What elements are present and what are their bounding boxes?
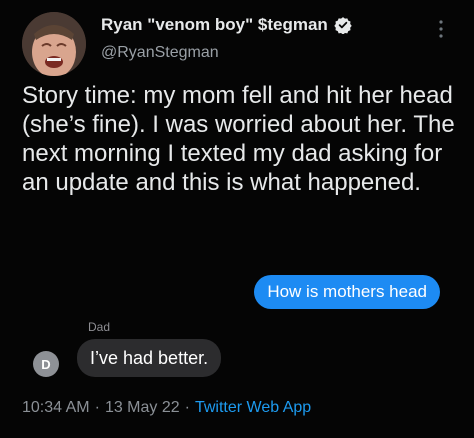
tweet-metadata: 10:34 AM · 13 May 22 · Twitter Web App <box>22 399 311 417</box>
verified-badge-icon <box>334 16 352 35</box>
tweet-source-link[interactable]: Twitter Web App <box>195 399 311 417</box>
author-avatar[interactable] <box>22 12 86 76</box>
author-name-row: Ryan "venom boy" $tegman <box>101 15 352 35</box>
author-display-name[interactable]: Ryan "venom boy" $tegman <box>101 15 328 35</box>
more-options-icon[interactable] <box>438 18 444 40</box>
meta-separator: · <box>94 399 100 416</box>
author-handle[interactable]: @RyanStegman <box>101 44 219 62</box>
sent-message-bubble: How is mothers head <box>254 275 440 309</box>
tweet-card: Ryan "venom boy" $tegman @RyanStegman St… <box>0 0 474 438</box>
tweet-time[interactable]: 10:34 AM <box>22 399 90 417</box>
tweet-date[interactable]: 13 May 22 <box>105 399 180 417</box>
received-message-bubble: I’ve had better. <box>77 339 222 377</box>
avatar-photo <box>22 12 86 76</box>
meta-separator: · <box>184 399 190 416</box>
sender-label: Dad <box>88 320 111 334</box>
tweet-text: Story time: my mom fell and hit her head… <box>22 82 455 196</box>
contact-avatar: D <box>33 351 59 377</box>
